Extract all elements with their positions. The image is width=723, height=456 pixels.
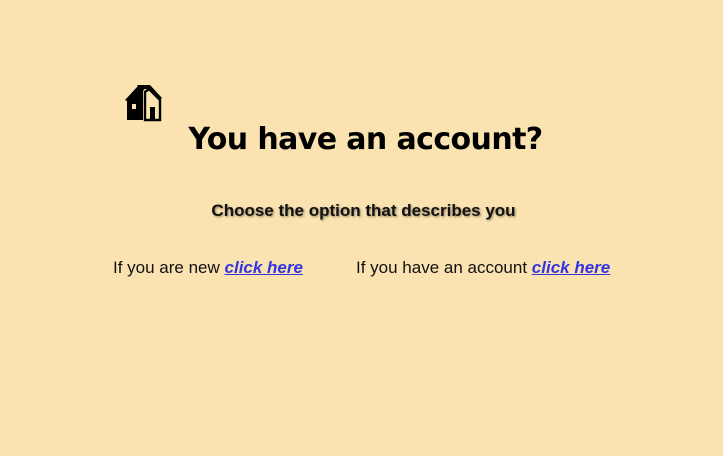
new-user-click-here-link[interactable]: click here [225,258,303,277]
page-title: You have an account? [188,122,543,157]
option-existing-user-text: If you have an account [356,258,528,277]
page-subtitle: Choose the option that describes you [211,201,516,220]
option-new-user-text: If you are new [113,258,220,277]
house-icon [123,83,165,123]
existing-user-click-here-link[interactable]: click here [532,258,610,277]
home-link[interactable] [123,83,165,123]
option-existing-user: If you have an account click here [356,258,610,278]
option-new-user: If you are new click here [113,258,303,278]
